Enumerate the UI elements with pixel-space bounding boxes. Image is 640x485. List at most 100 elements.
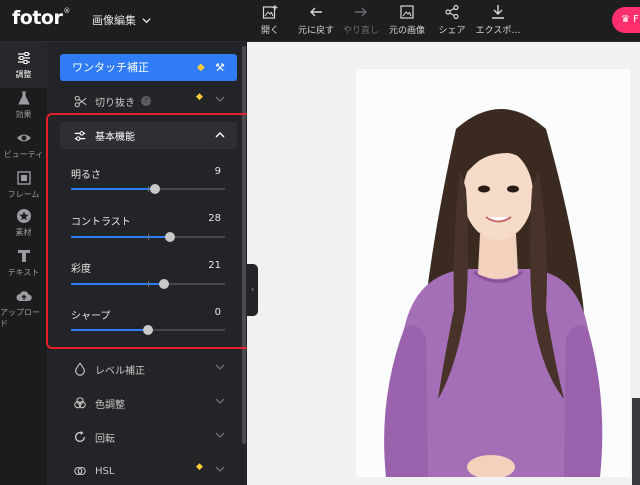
saturation-value: 21: [208, 260, 221, 271]
mode-label: 画像編集: [92, 14, 136, 27]
undo-icon: [310, 7, 322, 17]
one-touch-label: ワンタッチ補正: [72, 61, 149, 74]
rail-label: アップロード: [0, 308, 40, 328]
slider-thumb[interactable]: [143, 325, 153, 335]
sharpness-value: 0: [214, 307, 221, 318]
fotor-editor: fotor® 画像編集 開く 元に戻す やり直し 元の画像 シェア エクスポ…: [0, 0, 640, 485]
chevron-down-icon: [215, 398, 225, 404]
sliders-icon: [74, 130, 86, 141]
chevron-down-icon: [215, 364, 225, 370]
slider-thumb[interactable]: [164, 232, 175, 242]
color-adjust-section[interactable]: 色調整: [60, 391, 237, 415]
cloud-upload-icon: [16, 291, 32, 301]
download-icon: [492, 5, 504, 19]
rail-item-adjust[interactable]: 調整: [0, 42, 47, 88]
rotate-section[interactable]: 回転: [60, 425, 237, 449]
basic-settings-label: 基本機能: [95, 132, 135, 143]
levels-section[interactable]: レベル補正: [60, 357, 237, 381]
adjust-sliders-icon: [17, 52, 30, 64]
crop-section[interactable]: 切り抜き ? ◆: [60, 89, 237, 113]
rail-label: テキスト: [7, 268, 40, 277]
hsl-label: HSL: [95, 465, 115, 477]
saturation-slider[interactable]: [71, 279, 225, 289]
rail-item-stickers[interactable]: 素材: [0, 208, 47, 238]
redo-label: やり直し: [342, 26, 379, 36]
brightness-value: 9: [214, 166, 221, 177]
color-adjust-label: 色調整: [95, 399, 125, 411]
saturation-label: 彩度: [71, 264, 91, 275]
contrast-slider[interactable]: [71, 232, 225, 242]
basic-settings-header[interactable]: 基本機能: [60, 122, 237, 149]
text-icon: [17, 250, 30, 262]
sharpness-label: シャープ: [71, 311, 111, 322]
rail-label: 効果: [15, 110, 32, 119]
open-label: 開く: [260, 26, 279, 36]
undo-label: 元に戻す: [297, 26, 334, 36]
export-label: エクスポ…: [475, 26, 521, 36]
rail-label: 素材: [15, 228, 32, 237]
rail-label: 調整: [15, 70, 32, 79]
hsl-icon: [74, 466, 86, 476]
chevron-up-icon: [215, 132, 225, 138]
chevron-down-icon: [215, 96, 225, 102]
share-icon: [445, 4, 459, 20]
color-circles-icon: [74, 397, 86, 409]
flask-icon: [17, 91, 30, 105]
sharpness-slider[interactable]: [71, 325, 225, 335]
pro-label: F: [633, 14, 639, 25]
one-touch-enhance-button[interactable]: ワンタッチ補正 ◆ ⚒: [60, 54, 237, 81]
star-sticker-icon: [16, 209, 31, 223]
fotor-logo[interactable]: fotor®: [12, 7, 70, 29]
premium-gem-icon: ◆: [196, 462, 203, 472]
slider-center-tick: [148, 234, 149, 240]
chevron-down-icon: [215, 432, 225, 438]
magic-wand-icon: ⚒: [215, 61, 225, 74]
rotate-label: 回転: [95, 433, 115, 445]
panel-scrollbar-thumb[interactable]: [242, 46, 246, 444]
rail-item-text[interactable]: テキスト: [0, 248, 47, 278]
rail-label: フレーム: [7, 190, 40, 199]
hsl-section[interactable]: HSL ◆: [60, 459, 237, 483]
slider-fill: [71, 329, 148, 331]
slider-thumb[interactable]: [149, 184, 160, 194]
rail-label: ビューティ: [3, 150, 44, 159]
mode-dropdown[interactable]: 画像編集: [92, 12, 151, 28]
rail-item-effects[interactable]: 効果: [0, 90, 47, 120]
chevron-down-icon: [142, 17, 151, 23]
top-bar: fotor® 画像編集 開く 元に戻す やり直し 元の画像 シェア エクスポ…: [0, 0, 640, 42]
premium-gem-icon: ◆: [197, 62, 205, 73]
portrait-photo[interactable]: [356, 69, 630, 477]
slider-center-tick: [148, 281, 149, 287]
slider-fill: [71, 188, 155, 190]
slider-fill: [71, 236, 170, 238]
slider-center-tick: [148, 186, 149, 192]
open-image-icon: [262, 5, 278, 19]
contrast-value: 28: [208, 213, 221, 224]
collapse-panel-handle[interactable]: ‹: [247, 264, 258, 316]
original-image-label: 元の画像: [388, 26, 425, 36]
droplet-icon: [75, 362, 85, 376]
crop-label: 切り抜き: [95, 97, 135, 109]
tool-rail: 調整 効果 ビューティ フレーム 素材 テキスト アップロード: [0, 42, 47, 485]
eye-icon: [16, 134, 31, 142]
portrait-image: [356, 69, 630, 477]
slider-fill: [71, 283, 165, 285]
redo-icon: [355, 7, 367, 17]
rail-item-beauty[interactable]: ビューティ: [0, 130, 47, 160]
scissors-icon: [73, 94, 87, 108]
brightness-label: 明るさ: [71, 170, 101, 181]
canvas-scrollbar[interactable]: [632, 398, 640, 485]
levels-label: レベル補正: [95, 365, 145, 377]
contrast-label: コントラスト: [71, 217, 131, 228]
share-label: シェア: [438, 26, 466, 36]
rotate-icon: [74, 430, 86, 443]
export-button[interactable]: エクスポ…: [470, 4, 526, 36]
pro-button[interactable]: ♛ F: [612, 7, 640, 33]
chevron-down-icon: [215, 466, 225, 472]
help-icon[interactable]: ?: [141, 96, 151, 106]
premium-gem-icon: ◆: [196, 92, 203, 102]
rail-item-frame[interactable]: フレーム: [0, 170, 47, 200]
brightness-slider[interactable]: [71, 184, 225, 194]
rail-item-upload[interactable]: アップロード: [0, 288, 47, 329]
original-image-icon: [400, 5, 414, 19]
